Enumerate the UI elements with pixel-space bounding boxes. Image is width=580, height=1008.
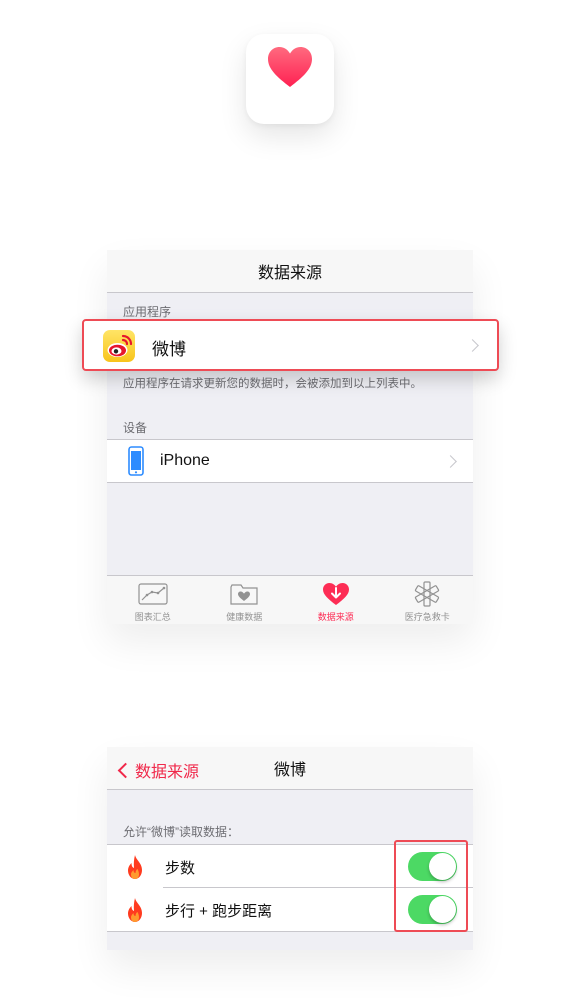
list-item-weibo[interactable]: 微博 bbox=[82, 319, 499, 371]
permissions-list: 步数 步行 + 跑步距离 bbox=[107, 844, 473, 932]
tab-label: 健康数据 bbox=[226, 612, 263, 622]
walk-run-distance-toggle[interactable] bbox=[408, 895, 457, 924]
iphone-icon bbox=[128, 446, 144, 476]
heart-icon bbox=[268, 47, 312, 87]
toggle-knob bbox=[429, 853, 456, 880]
navigation-bar: 数据来源 微博 bbox=[107, 747, 473, 790]
chevron-left-icon bbox=[117, 762, 134, 778]
steps-toggle[interactable] bbox=[408, 852, 457, 881]
navigation-bar: 数据来源 bbox=[107, 250, 473, 293]
weibo-label: 微博 bbox=[152, 340, 186, 359]
chevron-right-icon bbox=[444, 455, 457, 468]
weibo-permissions-screen: 数据来源 微博 允许“微博”读取数据： 步数 步行 + 跑步距离 bbox=[107, 747, 473, 950]
flame-icon bbox=[128, 855, 142, 879]
tab-chart[interactable]: 图表汇总 bbox=[107, 576, 199, 624]
iphone-label: iPhone bbox=[160, 452, 210, 469]
list-item-steps: 步数 bbox=[107, 845, 473, 888]
tab-health-data[interactable]: 健康数据 bbox=[199, 576, 291, 624]
tab-label: 数据来源 bbox=[317, 612, 354, 622]
list-item-walk-run-distance: 步行 + 跑步距离 bbox=[107, 888, 473, 931]
flame-icon bbox=[128, 898, 142, 922]
apps-section-footer: 应用程序在请求更新您的数据时，会被添加到以上列表中。 bbox=[123, 378, 422, 390]
medical-id-icon bbox=[414, 581, 440, 607]
permission-label: 步行 + 跑步距离 bbox=[165, 903, 273, 920]
chevron-right-icon bbox=[466, 339, 479, 352]
page-title: 数据来源 bbox=[257, 265, 322, 282]
health-folder-icon bbox=[230, 582, 258, 606]
toggle-knob bbox=[429, 896, 456, 923]
page-title: 微博 bbox=[273, 762, 306, 779]
tab-label: 医疗急救卡 bbox=[404, 612, 450, 622]
tab-label: 图表汇总 bbox=[134, 612, 171, 622]
devices-section-header: 设备 bbox=[123, 421, 148, 435]
allow-section-header: 允许“微博”读取数据： bbox=[123, 825, 239, 839]
health-app-icon bbox=[246, 34, 334, 124]
apps-section-header: 应用程序 bbox=[123, 305, 172, 319]
weibo-icon bbox=[103, 330, 135, 362]
tab-medical-id[interactable]: 医疗急救卡 bbox=[382, 576, 474, 624]
sources-screen: 数据来源 应用程序 应用程序在请求更新您的数据时，会被添加到以上列表中。 设备 … bbox=[107, 250, 473, 624]
list-item-iphone[interactable]: iPhone bbox=[107, 439, 473, 483]
tab-bar: 图表汇总 健康数据 数据来源 医疗急救卡 bbox=[107, 575, 473, 624]
back-button[interactable]: 数据来源 bbox=[115, 758, 199, 782]
permission-label: 步数 bbox=[165, 860, 196, 877]
chart-icon bbox=[138, 582, 168, 606]
tab-sources[interactable]: 数据来源 bbox=[290, 576, 382, 624]
back-label: 数据来源 bbox=[135, 764, 200, 781]
sources-heart-icon bbox=[322, 582, 350, 606]
